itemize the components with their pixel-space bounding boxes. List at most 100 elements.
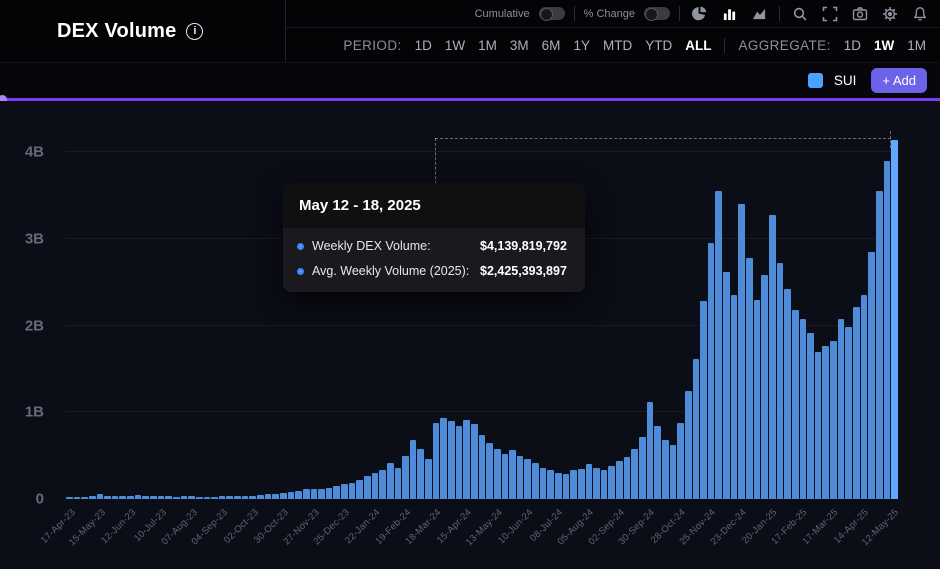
bar[interactable] [471, 424, 478, 499]
bar[interactable] [601, 470, 608, 499]
bar[interactable] [830, 341, 837, 499]
bar[interactable] [318, 489, 325, 499]
period-option-1d[interactable]: 1D [415, 38, 432, 53]
bar[interactable] [647, 402, 654, 499]
bar[interactable] [876, 191, 883, 499]
bar[interactable] [570, 470, 577, 499]
bar[interactable] [838, 319, 845, 499]
bar[interactable] [532, 463, 539, 499]
bar[interactable] [677, 423, 684, 499]
bar[interactable] [586, 464, 593, 499]
period-option-1m[interactable]: 1M [478, 38, 497, 53]
period-option-3m[interactable]: 3M [510, 38, 529, 53]
pie-chart-icon[interactable] [689, 4, 710, 24]
bar[interactable] [670, 445, 677, 499]
bar[interactable] [731, 295, 738, 499]
bar[interactable] [333, 486, 340, 499]
bar[interactable] [868, 252, 875, 499]
bar[interactable] [639, 437, 646, 499]
period-option-ytd[interactable]: YTD [645, 38, 672, 53]
bar[interactable] [540, 468, 547, 499]
bar[interactable] [761, 275, 768, 499]
bar[interactable] [517, 456, 524, 499]
fullscreen-icon[interactable] [819, 4, 840, 24]
bar[interactable] [777, 263, 784, 499]
bar[interactable] [700, 301, 707, 499]
bar[interactable] [631, 449, 638, 499]
bar[interactable] [479, 435, 486, 499]
bar[interactable] [884, 161, 891, 499]
period-option-1y[interactable]: 1Y [573, 38, 590, 53]
bar[interactable] [440, 418, 447, 499]
bar[interactable] [861, 295, 868, 499]
bar[interactable] [563, 474, 570, 499]
bar[interactable] [433, 423, 440, 499]
period-option-all[interactable]: ALL [685, 38, 711, 53]
add-series-button[interactable]: + Add [871, 68, 927, 93]
bar[interactable] [608, 466, 615, 499]
bar[interactable] [578, 469, 585, 499]
bar[interactable] [303, 489, 310, 499]
bar[interactable] [494, 449, 501, 499]
bar[interactable] [410, 440, 417, 499]
bar[interactable] [372, 473, 379, 499]
bar[interactable] [509, 450, 516, 499]
bar[interactable] [822, 346, 829, 499]
period-option-6m[interactable]: 6M [542, 38, 561, 53]
bar[interactable] [387, 463, 394, 499]
bar[interactable] [685, 391, 692, 499]
bar[interactable] [295, 491, 302, 499]
bar[interactable] [402, 456, 409, 499]
bar[interactable] [715, 191, 722, 499]
aggregate-option-1d[interactable]: 1D [844, 38, 861, 53]
bar[interactable] [555, 473, 562, 499]
camera-icon[interactable] [849, 4, 870, 24]
bar[interactable] [502, 454, 509, 499]
area-chart-icon[interactable] [749, 4, 770, 24]
bar[interactable] [693, 359, 700, 499]
aggregate-option-1w[interactable]: 1W [874, 38, 894, 53]
bar[interactable] [708, 243, 715, 499]
change-toggle[interactable] [644, 7, 670, 20]
info-icon[interactable]: i [186, 23, 203, 40]
bar[interactable] [311, 489, 318, 499]
bar[interactable] [379, 470, 386, 499]
bar[interactable] [341, 484, 348, 499]
bar[interactable] [815, 352, 822, 499]
aggregate-option-1m[interactable]: 1M [907, 38, 926, 53]
bar[interactable] [417, 449, 424, 499]
bar[interactable] [891, 140, 898, 499]
bar[interactable] [853, 307, 860, 499]
bar[interactable] [769, 215, 776, 499]
settings-icon[interactable] [879, 4, 900, 24]
bar[interactable] [463, 420, 470, 499]
bar[interactable] [792, 310, 799, 499]
bar[interactable] [616, 461, 623, 499]
bar[interactable] [800, 319, 807, 499]
bar[interactable] [662, 440, 669, 499]
bar[interactable] [624, 457, 631, 499]
bar-chart-icon[interactable] [719, 4, 740, 24]
bar[interactable] [425, 459, 432, 499]
bar[interactable] [326, 488, 333, 499]
bar[interactable] [486, 443, 493, 499]
bar[interactable] [364, 476, 371, 499]
bar[interactable] [784, 289, 791, 499]
bar[interactable] [746, 258, 753, 499]
bar[interactable] [448, 421, 455, 499]
bar[interactable] [288, 492, 295, 499]
bar[interactable] [547, 470, 554, 499]
cumulative-toggle[interactable] [539, 7, 565, 20]
notifications-icon[interactable] [909, 4, 930, 24]
bar[interactable] [738, 204, 745, 499]
bar[interactable] [395, 468, 402, 499]
bar[interactable] [356, 480, 363, 499]
sui-legend-label[interactable]: SUI [834, 73, 857, 88]
period-option-mtd[interactable]: MTD [603, 38, 632, 53]
bar[interactable] [723, 272, 730, 499]
bar[interactable] [754, 300, 761, 499]
bar[interactable] [456, 426, 463, 499]
bar[interactable] [654, 426, 661, 499]
bar[interactable] [349, 483, 356, 499]
bar[interactable] [807, 333, 814, 499]
